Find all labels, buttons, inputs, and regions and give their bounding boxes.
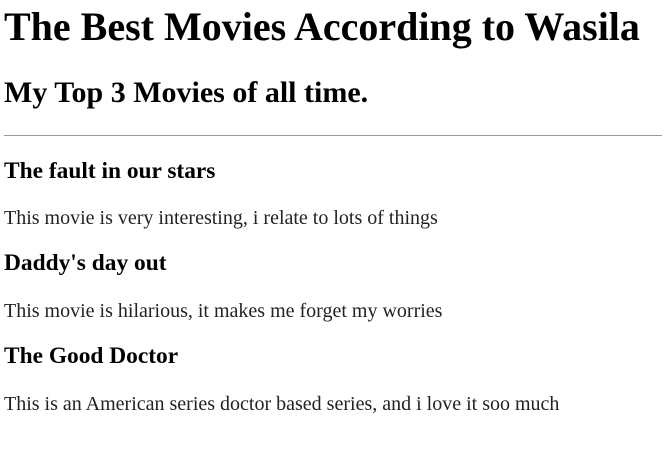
movie-description: This movie is very interesting, i relate…: [4, 207, 438, 230]
movie-list: The fault in our stars This movie is ver…: [4, 158, 662, 417]
movie-description: This is an American series doctor based …: [4, 393, 560, 416]
movie-description: This movie is hilarious, it makes me for…: [4, 300, 443, 323]
movie-title: The fault in our stars: [4, 157, 216, 184]
movie-title: The Good Doctor: [4, 343, 179, 370]
movie-item: The Good Doctor This is an American seri…: [4, 343, 662, 416]
divider: [4, 134, 662, 136]
page-title: The Best Movies According to Wasila: [4, 4, 640, 49]
movie-item: Daddy's day out This movie is hilarious,…: [4, 250, 662, 323]
page-subtitle: My Top 3 Movies of all time.: [4, 76, 369, 109]
movie-item: The fault in our stars This movie is ver…: [4, 158, 662, 231]
movie-title: Daddy's day out: [4, 250, 167, 277]
